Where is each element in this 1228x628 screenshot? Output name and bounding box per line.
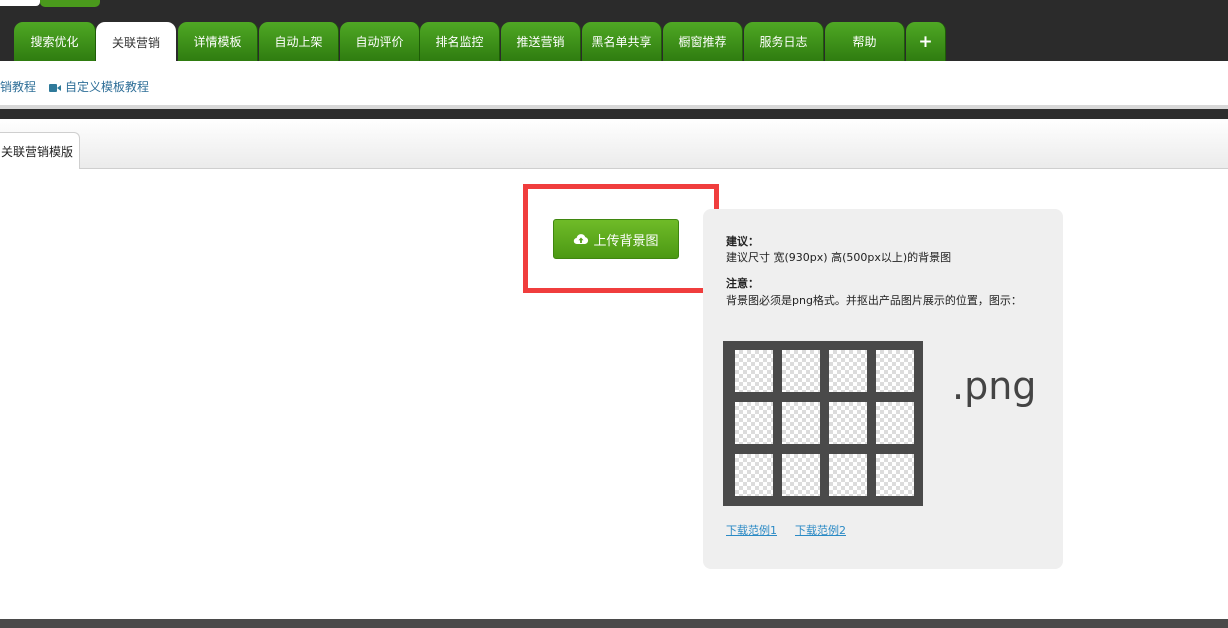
suggestion-text: 建议尺寸 宽(930px) 高(500px以上)的背景图: [726, 251, 952, 264]
upload-background-button[interactable]: 上传背景图: [553, 219, 679, 259]
top-navigation-bar: 搜索优化 关联营销 详情模板 自动上架 自动评价 排名监控 推送营销 黑名单共享…: [0, 0, 1228, 62]
transparent-cell: [876, 350, 914, 392]
suggestion-title: 建议：: [726, 235, 759, 248]
transparent-cell: [735, 454, 773, 496]
transparent-cell: [782, 350, 820, 392]
tab-blacklist-sharing[interactable]: 黑名单共享: [582, 22, 662, 61]
dark-divider-band: [0, 109, 1228, 119]
note-title: 注意：: [726, 277, 759, 290]
transparent-cell: [876, 454, 914, 496]
header-green-stub: [40, 0, 100, 7]
transparent-cell: [829, 350, 867, 392]
tab-auto-listing[interactable]: 自动上架: [259, 22, 339, 61]
info-panel: 建议： 建议尺寸 宽(930px) 高(500px以上)的背景图 注意： 背景图…: [703, 209, 1063, 569]
png-cutout-example-image: [723, 341, 923, 506]
note-text: 背景图必须是png格式。并抠出产品图片展示的位置，图示：: [726, 294, 1022, 307]
tab-ranking-monitor[interactable]: 排名监控: [420, 22, 500, 61]
tab-auto-review[interactable]: 自动评价: [340, 22, 420, 61]
transparent-cell: [829, 402, 867, 444]
custom-template-tutorial-link[interactable]: 自定义模板教程: [49, 78, 149, 95]
tab-related-marketing[interactable]: 关联营销: [96, 22, 176, 62]
transparent-cell: [782, 402, 820, 444]
download-example-2-link[interactable]: 下载范例2: [795, 522, 846, 538]
transparent-cell: [735, 402, 773, 444]
transparent-cell: [829, 454, 867, 496]
tab-related-marketing-template[interactable]: 关联营销模版: [0, 132, 80, 169]
tab-detail-template[interactable]: 详情模板: [178, 22, 258, 61]
upload-background-label: 上传背景图: [593, 233, 659, 249]
tab-help[interactable]: 帮助: [825, 22, 905, 61]
tab-window-recommend[interactable]: 橱窗推荐: [663, 22, 743, 61]
inner-tab-strip: 关联营销模版: [0, 119, 1228, 169]
sub-link-bar: 销教程 自定义模板教程: [0, 61, 1228, 105]
marketing-tutorial-link[interactable]: 销教程: [0, 78, 36, 95]
video-camera-icon: [49, 83, 61, 92]
tab-service-log[interactable]: 服务日志: [744, 22, 824, 61]
cloud-upload-icon: [574, 234, 589, 245]
tab-push-marketing[interactable]: 推送营销: [501, 22, 581, 61]
custom-template-tutorial-label: 自定义模板教程: [65, 80, 150, 94]
bottom-bar: [0, 619, 1228, 628]
header-white-stub: [0, 0, 40, 6]
tab-search-optimization[interactable]: 搜索优化: [14, 22, 96, 61]
transparent-cell: [876, 402, 914, 444]
transparent-cell: [782, 454, 820, 496]
transparent-cell: [735, 350, 773, 392]
png-format-label: .png: [952, 364, 1037, 408]
add-tab-button[interactable]: +: [906, 22, 946, 61]
download-example-1-link[interactable]: 下载范例1: [726, 522, 777, 538]
